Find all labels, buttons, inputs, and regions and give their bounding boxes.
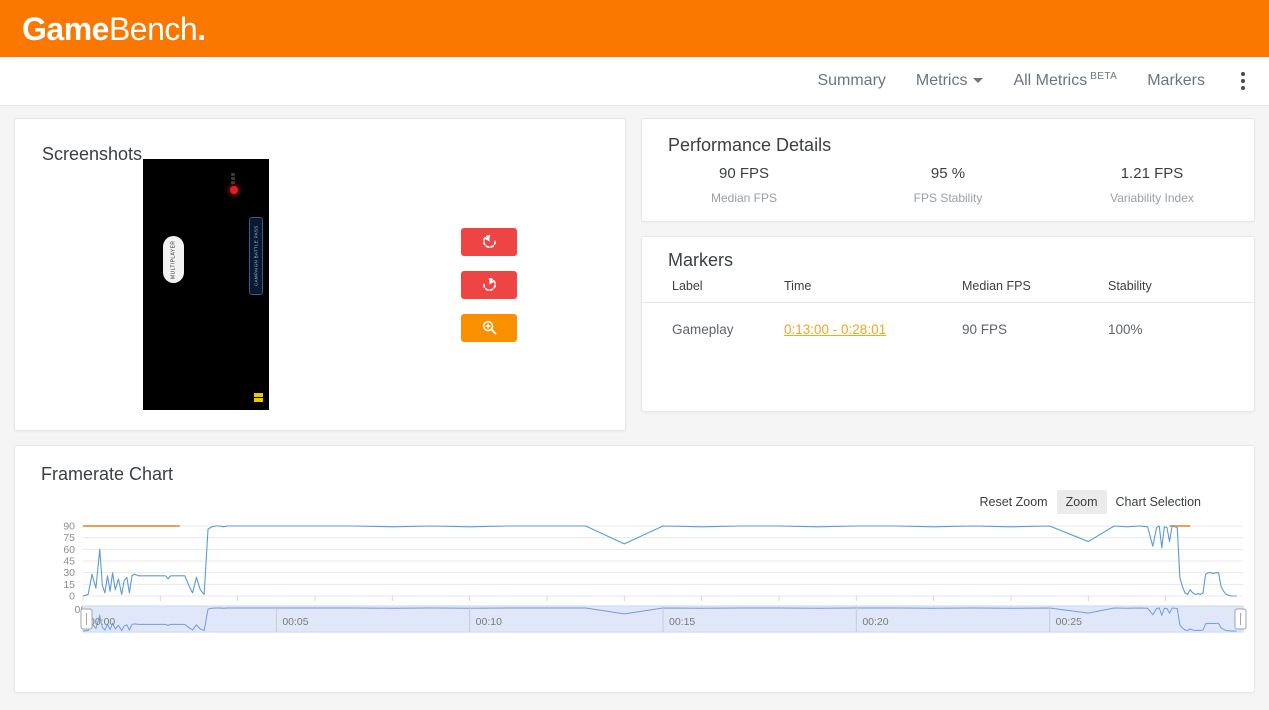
stat-median-fps: 90 FPS Median FPS — [642, 165, 846, 205]
gamebench-logo[interactable]: GameBench. — [22, 13, 206, 45]
game-pill-label: MULTIPLAYER — [163, 236, 184, 283]
nav-metrics-label: Metrics — [916, 72, 968, 90]
svg-text:45: 45 — [63, 556, 75, 568]
magnifier-plus-icon — [481, 319, 498, 336]
rotate-left-icon — [481, 233, 498, 250]
framerate-chart-title: Framerate Chart — [15, 446, 1254, 485]
nav-item-markers[interactable]: Markers — [1147, 72, 1205, 90]
marker-label: Gameplay — [642, 303, 784, 338]
marker-stability: 100% — [1108, 303, 1254, 338]
screenshots-card: Screenshots MULTIPLAYER CAMPAIGN BATTLE … — [14, 118, 626, 431]
logo-text-light: Bench — [109, 11, 197, 47]
right-column: Performance Details 90 FPS Median FPS 95… — [641, 118, 1255, 412]
svg-text:60: 60 — [63, 544, 75, 556]
stat-label: Variability Index — [1050, 191, 1254, 205]
plot-gridlines — [83, 526, 1243, 596]
markers-col-stability: Stability — [1108, 279, 1254, 303]
performance-details-title: Performance Details — [642, 119, 1254, 156]
game-hud-dots-icon — [231, 173, 235, 184]
marker-time-link[interactable]: 0:13:00 - 0:28:01 — [784, 322, 886, 337]
stat-value: 95 % — [846, 165, 1050, 182]
performance-details-card: Performance Details 90 FPS Median FPS 95… — [641, 118, 1255, 222]
chart-controls: Reset Zoom Zoom Chart Selection — [970, 490, 1210, 514]
beta-badge: BETA — [1090, 71, 1117, 82]
framerate-plot[interactable]: 0153045607590 00s2m 00s4m 00s6m 00s8m 00… — [15, 520, 1269, 692]
plot-y-axis-labels: 0153045607590 — [63, 521, 75, 603]
screenshot-actions — [461, 228, 517, 342]
stat-value: 90 FPS — [642, 165, 846, 182]
game-side-panel: CAMPAIGN BATTLE PASS — [249, 217, 263, 295]
svg-text:30: 30 — [63, 567, 75, 579]
svg-text:00:15: 00:15 — [669, 616, 695, 628]
svg-text:00:10: 00:10 — [476, 616, 502, 628]
rotate-right-button[interactable] — [461, 271, 517, 299]
marker-median-fps: 90 FPS — [962, 303, 1108, 338]
marker-time-cell: 0:13:00 - 0:28:01 — [784, 303, 962, 338]
framerate-chart-card: Framerate Chart Reset Zoom Zoom Chart Se… — [14, 445, 1255, 693]
chart-selection-button[interactable]: Chart Selection — [1107, 490, 1210, 514]
logo-text-bold: Game — [22, 11, 109, 47]
markers-card: Markers Label Time Median FPS Stability … — [641, 236, 1255, 412]
nav-item-summary[interactable]: Summary — [817, 72, 885, 90]
screenshot-thumbnail[interactable]: MULTIPLAYER CAMPAIGN BATTLE PASS — [143, 159, 269, 410]
chevron-down-icon — [973, 78, 983, 83]
markers-col-time: Time — [784, 279, 962, 303]
svg-text:90: 90 — [63, 521, 75, 533]
brand-header: GameBench. — [0, 0, 1269, 57]
nav-summary-label: Summary — [817, 72, 885, 90]
reset-zoom-button[interactable]: Reset Zoom — [970, 490, 1056, 514]
logo-dot: . — [197, 11, 205, 47]
overflow-menu-icon[interactable] — [1235, 68, 1251, 94]
table-row: Gameplay 0:13:00 - 0:28:01 90 FPS 100% — [642, 303, 1254, 338]
stat-label: FPS Stability — [846, 191, 1050, 205]
rotate-left-button[interactable] — [461, 228, 517, 256]
stat-variability-index: 1.21 FPS Variability Index — [1050, 165, 1254, 205]
stat-label: Median FPS — [642, 191, 846, 205]
svg-text:15: 15 — [63, 579, 75, 591]
markers-table-header-row: Label Time Median FPS Stability — [642, 279, 1254, 303]
plot-x-axis-ticks — [83, 596, 1166, 601]
stat-value: 1.21 FPS — [1050, 165, 1254, 182]
nav-all-metrics-label: All Metrics — [1013, 72, 1087, 90]
svg-text:00:00: 00:00 — [89, 616, 115, 628]
stat-fps-stability: 95 % FPS Stability — [846, 165, 1050, 205]
zoom-in-button[interactable] — [461, 314, 517, 342]
nav-item-all-metrics[interactable]: All Metrics BETA — [1013, 72, 1117, 90]
main-navbar: Summary Metrics All Metrics BETA Markers — [0, 57, 1269, 106]
screenshots-body: MULTIPLAYER CAMPAIGN BATTLE PASS — [15, 159, 625, 410]
nav-item-metrics[interactable]: Metrics — [916, 72, 984, 90]
markers-table: Label Time Median FPS Stability Gameplay… — [642, 279, 1254, 337]
game-side-panel-label: CAMPAIGN BATTLE PASS — [250, 218, 262, 294]
svg-text:0: 0 — [69, 591, 75, 603]
performance-stats: 90 FPS Median FPS 95 % FPS Stability 1.2… — [642, 165, 1254, 205]
svg-text:00:20: 00:20 — [862, 616, 888, 628]
nav-markers-label: Markers — [1147, 72, 1205, 90]
svg-text:00:05: 00:05 — [282, 616, 308, 628]
markers-col-median-fps: Median FPS — [962, 279, 1108, 303]
rotate-right-icon — [481, 276, 498, 293]
page-content: Screenshots MULTIPLAYER CAMPAIGN BATTLE … — [0, 106, 1269, 693]
top-row: Screenshots MULTIPLAYER CAMPAIGN BATTLE … — [14, 118, 1255, 431]
framerate-plot-svg[interactable]: 0153045607590 00s2m 00s4m 00s6m 00s8m 00… — [15, 520, 1269, 692]
svg-text:00:25: 00:25 — [1056, 616, 1082, 628]
svg-text:75: 75 — [63, 532, 75, 544]
zoom-button[interactable]: Zoom — [1057, 490, 1107, 514]
markers-title: Markers — [642, 237, 1254, 271]
game-badge-icon — [254, 393, 263, 404]
game-red-marker-icon — [230, 186, 238, 194]
game-pill-button: MULTIPLAYER — [163, 236, 184, 283]
markers-col-label: Label — [642, 279, 784, 303]
